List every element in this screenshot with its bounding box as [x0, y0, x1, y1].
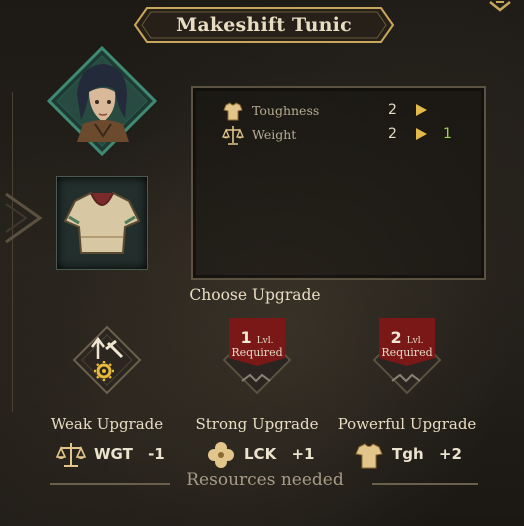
required-level: 2: [390, 328, 402, 347]
weak-upgrade-label: Weak Upgrade: [50, 415, 164, 433]
side-panel-edge: [0, 92, 13, 412]
level-abbr: Lvl.: [256, 336, 274, 346]
stat-current-value: 2: [388, 126, 397, 142]
arrow-right-icon: [416, 128, 427, 140]
divider: [372, 483, 478, 485]
effect-stat: Tgh: [392, 445, 424, 463]
stat-label: Toughness: [252, 103, 320, 118]
tunic-icon: [223, 102, 243, 121]
divider: [50, 483, 170, 485]
character-portrait[interactable]: [46, 45, 158, 157]
weak-upgrade-button[interactable]: [72, 325, 142, 395]
item-slot[interactable]: [56, 176, 148, 270]
powerful-upgrade-label: Powerful Upgrade: [337, 415, 477, 433]
tunic-item-icon: [63, 191, 141, 254]
weak-upgrade-effect: WGT -1: [56, 440, 176, 470]
tunic-icon: [355, 443, 383, 469]
required-level: 1: [240, 328, 252, 347]
title-banner: Makeshift Tunic: [133, 6, 395, 44]
required-label: Required: [381, 346, 433, 359]
resources-needed-heading: Resources needed: [186, 470, 344, 490]
stat-row-toughness: Toughness 2: [222, 100, 462, 122]
arrow-right-icon: [416, 104, 427, 116]
powerful-required-badge: 2 Lvl. Required: [379, 318, 435, 366]
stat-current-value: 2: [388, 102, 397, 118]
powerful-upgrade-effect: Tgh +2: [354, 440, 474, 470]
stat-row-weight: Weight 2 1: [222, 124, 462, 146]
scales-icon: [222, 126, 244, 145]
strong-upgrade-label: Strong Upgrade: [195, 415, 319, 433]
scales-icon: [56, 443, 86, 467]
close-icon[interactable]: [488, 0, 512, 12]
effect-delta: -1: [148, 445, 165, 463]
choose-upgrade-heading: Choose Upgrade: [189, 286, 321, 304]
strong-upgrade-effect: LCK +1: [206, 440, 326, 470]
stat-new-value: 1: [443, 126, 452, 142]
required-label: Required: [231, 346, 283, 359]
effect-delta: +1: [291, 445, 315, 463]
collapse-arrow-icon[interactable]: [0, 188, 44, 248]
effect-delta: +2: [438, 445, 462, 463]
stat-label: Weight: [252, 127, 297, 142]
effect-stat: WGT: [94, 445, 133, 463]
effect-stat: LCK: [244, 445, 277, 463]
level-abbr: Lvl.: [406, 336, 424, 346]
strong-required-badge: 1 Lvl. Required: [229, 318, 285, 366]
item-title: Makeshift Tunic: [176, 14, 352, 36]
clover-icon: [208, 442, 234, 468]
